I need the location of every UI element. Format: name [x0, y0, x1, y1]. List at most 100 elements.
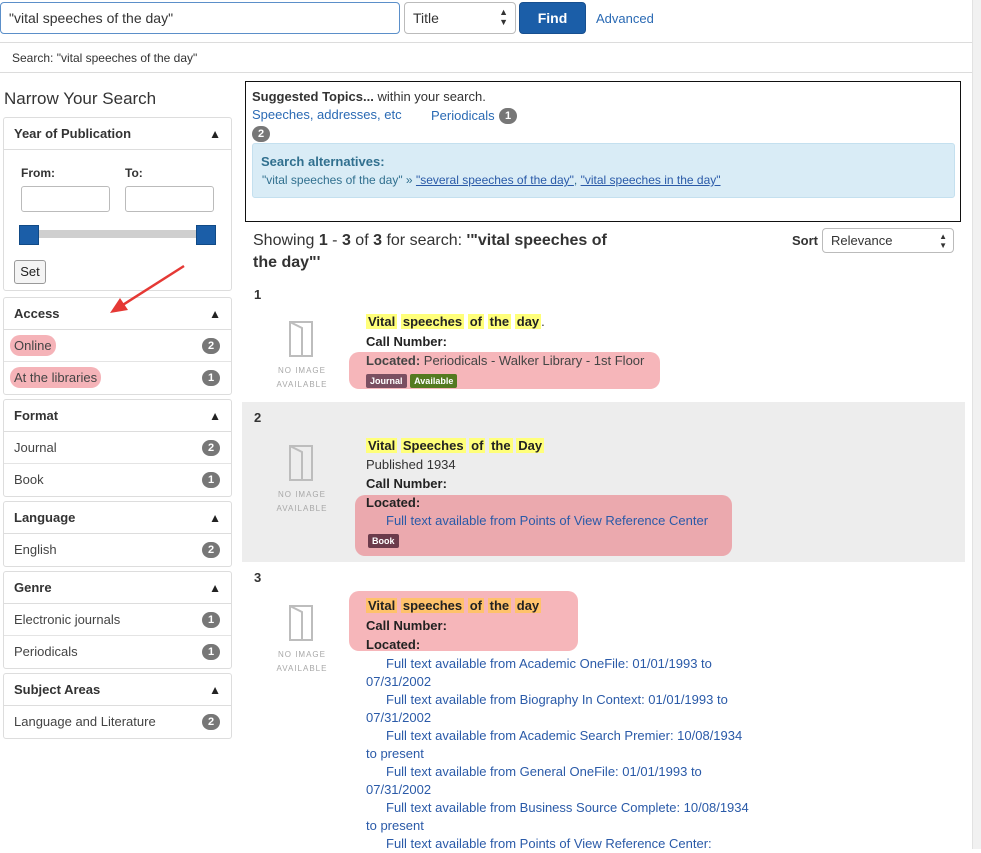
no-image-placeholder: NO IMAGE AVAILABLE — [267, 320, 337, 392]
title-word: of — [469, 438, 486, 453]
facet-language-panel: Language ▲ English 2 — [3, 501, 232, 567]
range-sep: - — [327, 232, 342, 249]
title-word: Vital — [366, 438, 398, 453]
narrow-search-title: Narrow Your Search — [4, 89, 157, 108]
year-slider-min-handle[interactable] — [19, 225, 39, 245]
page-scrollbar[interactable] — [972, 0, 981, 849]
search-input[interactable] — [0, 2, 400, 34]
title-word: speeches — [400, 314, 465, 329]
suggested-heading: Suggested Topics... within your search. — [252, 89, 486, 104]
facet-item-label: Language and Literature — [14, 714, 156, 729]
title-word: Vital — [366, 598, 398, 613]
select-arrows-icon: ▲ ▼ — [499, 7, 508, 27]
full-text-link[interactable]: Full text available from Academic OneFil… — [366, 655, 756, 691]
facet-item-online[interactable]: Online 2 — [4, 330, 231, 362]
full-text-link[interactable]: Full text available from General OneFile… — [366, 763, 756, 799]
echo-divider — [0, 72, 972, 73]
no-image-text-2: AVAILABLE — [276, 664, 328, 673]
year-set-button[interactable]: Set — [14, 260, 46, 284]
result-tags: Journal Available — [366, 372, 458, 388]
no-image-icon — [289, 605, 313, 641]
facet-subject-panel: Subject Areas ▲ Language and Literature … — [3, 673, 232, 739]
facet-count-badge: 2 — [202, 542, 220, 558]
search-field-select[interactable]: Title ▲ ▼ — [404, 2, 516, 34]
year-from-input[interactable] — [21, 186, 110, 212]
facet-item-label: Online — [10, 335, 56, 356]
sort-select[interactable]: Relevance ▲ ▼ — [822, 228, 954, 253]
facet-count-badge: 2 — [202, 338, 220, 354]
collapse-triangle-icon[interactable]: ▲ — [209, 502, 221, 534]
full-text-link[interactable]: Full text available from Business Source… — [366, 799, 756, 835]
full-text-link[interactable]: Full text available from Academic Search… — [366, 727, 756, 763]
facet-count-badge: 1 — [202, 472, 220, 488]
facet-count-badge: 1 — [202, 370, 220, 386]
facet-genre-panel: Genre ▲ Electronic journals 1 Periodical… — [3, 571, 232, 669]
search-field-value: Title — [413, 10, 439, 26]
facet-heading-label: Access — [14, 306, 60, 321]
title-word: the — [489, 438, 513, 453]
topic-count-badge: 2 — [252, 126, 270, 142]
facet-heading-format[interactable]: Format ▲ — [4, 400, 231, 432]
call-number-label: Call Number: — [366, 476, 447, 491]
topic-link-speeches[interactable]: Speeches, addresses, etc — [252, 107, 402, 122]
facet-heading-language[interactable]: Language ▲ — [4, 502, 231, 534]
alternative-link-several[interactable]: "several speeches of the day" — [416, 173, 574, 187]
facet-item-journal[interactable]: Journal 2 — [4, 432, 231, 464]
full-text-link[interactable]: Full text available from Points of View … — [366, 835, 756, 853]
annotation-arrow-icon — [110, 264, 185, 313]
result-title-link[interactable]: Vital Speeches of the Day — [366, 437, 545, 455]
find-button[interactable]: Find — [519, 2, 586, 34]
facet-item-at-the-libraries[interactable]: At the libraries 1 — [4, 362, 231, 394]
title-suffix: . — [541, 314, 545, 329]
published-text: Published 1934 — [366, 457, 456, 472]
alternatives-original: "vital speeches of the day" » — [262, 173, 413, 187]
facet-heading-genre[interactable]: Genre ▲ — [4, 572, 231, 604]
year-to-input[interactable] — [125, 186, 214, 212]
year-slider-max-handle[interactable] — [196, 225, 216, 245]
alternative-link-vital-in[interactable]: "vital speeches in the day" — [581, 173, 721, 187]
facet-item-book[interactable]: Book 1 — [4, 464, 231, 496]
alternatives-separator: , — [573, 173, 578, 187]
facet-item-label: At the libraries — [10, 367, 102, 388]
title-word: the — [487, 598, 512, 613]
suggested-heading-rest: within your search. — [373, 89, 486, 104]
full-text-link[interactable]: Full text available from Biography In Co… — [366, 691, 756, 727]
search-echo: Search: "vital speeches of the day" — [12, 51, 198, 65]
facet-count-badge: 2 — [202, 714, 220, 730]
collapse-triangle-icon[interactable]: ▲ — [209, 674, 221, 706]
topic-link-periodicals[interactable]: Periodicals — [431, 108, 495, 123]
result-title-link[interactable]: Vital speeches of the day. — [366, 313, 545, 331]
located-line: Located: Periodicals - Walker Library - … — [366, 353, 644, 368]
collapse-triangle-icon[interactable]: ▲ — [209, 400, 221, 432]
title-word: speeches — [400, 598, 465, 613]
format-tag: Journal — [366, 374, 407, 388]
no-image-text-1: NO IMAGE — [277, 366, 326, 375]
no-image-text-1: NO IMAGE — [277, 650, 326, 659]
facet-heading-subject-areas[interactable]: Subject Areas ▲ — [4, 674, 231, 706]
facet-heading-year[interactable]: Year of Publication ▲ — [4, 118, 231, 150]
range-start: 1 — [318, 232, 328, 249]
year-to-label: To: — [125, 166, 143, 180]
full-text-link[interactable]: Full text available from Points of View … — [386, 513, 708, 528]
located-label: Located: — [366, 637, 421, 652]
collapse-triangle-icon[interactable]: ▲ — [209, 298, 221, 330]
collapse-triangle-icon[interactable]: ▲ — [209, 572, 221, 604]
year-range-slider[interactable] — [20, 230, 210, 238]
facet-item-periodicals[interactable]: Periodicals 1 — [4, 636, 231, 668]
of-text: of — [350, 232, 374, 249]
located-label: Located: — [366, 353, 421, 368]
result-tags: Book — [368, 532, 399, 548]
collapse-triangle-icon[interactable]: ▲ — [209, 118, 221, 150]
facet-item-language-and-literature[interactable]: Language and Literature 2 — [4, 706, 231, 738]
select-arrows-icon: ▲ ▼ — [939, 232, 947, 250]
result-title-link[interactable]: Vital speeches of the day — [366, 597, 542, 615]
title-word: Speeches — [400, 438, 466, 453]
title-word: Day — [516, 438, 545, 453]
facet-count-badge: 2 — [202, 440, 220, 456]
facet-item-electronic-journals[interactable]: Electronic journals 1 — [4, 604, 231, 636]
title-word: the — [487, 314, 512, 329]
facet-item-english[interactable]: English 2 — [4, 534, 231, 566]
advanced-search-link[interactable]: Advanced — [596, 11, 654, 26]
format-tag: Book — [368, 534, 399, 548]
no-image-icon — [289, 321, 313, 357]
